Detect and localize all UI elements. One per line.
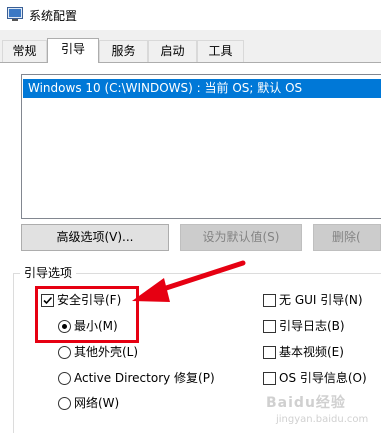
baidu-watermark-url: jingyan.baidu.com xyxy=(276,414,369,425)
tab-boot[interactable]: 引导 xyxy=(47,38,99,63)
annotation-arrow-icon xyxy=(132,260,246,302)
baidu-watermark: Baidu经验 xyxy=(266,395,346,411)
